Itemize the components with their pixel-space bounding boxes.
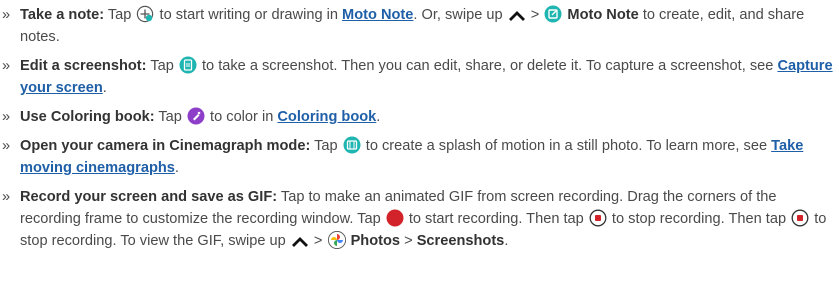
bullet: » [2, 58, 11, 74]
add-note-icon [136, 5, 154, 23]
item-text: > [530, 7, 540, 23]
item-text: . [174, 160, 179, 176]
chevron-up-icon [508, 9, 526, 23]
item-text: to color in [210, 109, 274, 125]
item-bold: Photos [350, 233, 401, 249]
item-title: Use Coloring book: [20, 109, 155, 125]
bullet: » [2, 189, 11, 205]
item-text: to create a splash of motion in a still … [365, 138, 768, 154]
record-icon [386, 209, 404, 227]
screenshot-icon [179, 56, 197, 74]
moto-note-app-icon [544, 5, 562, 23]
item-text: Tap [314, 138, 338, 154]
item-text: to start writing or drawing in [159, 7, 338, 23]
item-text: . [504, 233, 509, 249]
chevron-up-icon [291, 235, 309, 249]
item-text: to take a screenshot. Then you can edit,… [201, 58, 774, 74]
help-page: » Take a note: Tap to start writing or d… [0, 0, 839, 252]
moto-note-link[interactable]: Moto Note [342, 7, 413, 23]
list-item-record-gif: » Record your screen and save as GIF: Ta… [0, 186, 839, 252]
item-text: Tap [107, 7, 132, 23]
item-bold: Screenshots [416, 233, 505, 249]
item-text: . [376, 109, 381, 125]
coloring-book-icon [187, 107, 205, 125]
item-text: . Or, swipe up [413, 7, 503, 23]
item-text: to start recording. Then tap [408, 211, 584, 227]
cinemagraph-icon [343, 136, 361, 154]
list-item-cinemagraph: » Open your camera in Cinemagraph mode: … [0, 135, 839, 179]
item-bold: Moto Note [567, 7, 639, 23]
item-text: > [313, 233, 323, 249]
item-title: Record your screen and save as GIF: [20, 189, 278, 205]
item-text: Tap [158, 109, 182, 125]
item-title: Open your camera in Cinemagraph mode: [20, 138, 311, 154]
bullet: » [2, 138, 11, 154]
item-text: > [404, 233, 413, 249]
item-text: . [102, 80, 107, 96]
coloring-book-link[interactable]: Coloring book [277, 109, 376, 125]
google-photos-icon [327, 231, 346, 249]
bullet: » [2, 109, 11, 125]
stop-icon [791, 209, 809, 227]
item-title: Take a note: [20, 7, 105, 23]
item-text: Tap [150, 58, 174, 74]
item-title: Edit a screenshot: [20, 58, 147, 74]
list-item-edit-screenshot: » Edit a screenshot: Tap to take a scree… [0, 55, 839, 99]
stop-icon [589, 209, 607, 227]
list-item-take-note: » Take a note: Tap to start writing or d… [0, 4, 839, 48]
list-item-coloring-book: » Use Coloring book: Tap to color in Col… [0, 106, 839, 128]
bullet: » [2, 7, 11, 23]
item-text: to stop recording. Then tap [611, 211, 787, 227]
